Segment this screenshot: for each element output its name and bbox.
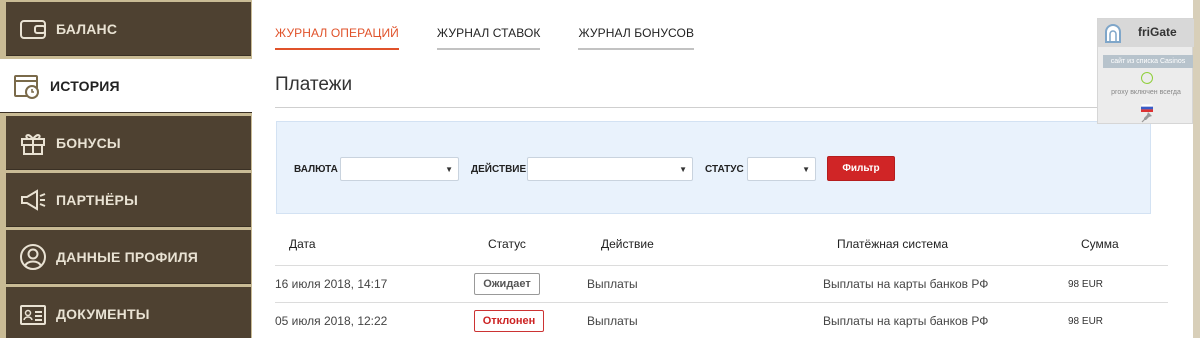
row-divider (275, 302, 1168, 303)
frigate-widget[interactable]: friGate сайт из списка Casinos proxy вкл… (1097, 18, 1194, 124)
sidebar-item-history[interactable]: ИСТОРИЯ (0, 59, 252, 113)
sidebar-item-label: БОНУСЫ (56, 134, 121, 151)
dropdown-arrow-icon: ▼ (679, 165, 687, 174)
sidebar-item-label: ПАРТНЁРЫ (56, 191, 138, 208)
status-badge: Ожидает (474, 273, 540, 295)
sidebar-item-label: БАЛАНС (56, 20, 118, 37)
megaphone-icon (18, 185, 48, 215)
frigate-proxy-note: proxy включен всегда (1111, 89, 1181, 96)
status-select[interactable]: ▼ (747, 157, 816, 181)
tab-bonuses[interactable]: ЖУРНАЛ БОНУСОВ (578, 26, 695, 50)
currency-select[interactable]: ▼ (340, 157, 459, 181)
divider (275, 107, 1168, 108)
user-icon (18, 242, 48, 272)
power-icon[interactable] (1141, 72, 1153, 84)
column-header-payment-system: Платёжная система (837, 237, 949, 251)
row-action: Выплаты (587, 277, 638, 291)
calendar-clock-icon (12, 71, 42, 101)
frigate-name: friGate (1138, 25, 1177, 39)
sidebar-item-documents[interactable]: ДОКУМЕНТЫ (6, 287, 251, 338)
table-header-rule (275, 265, 1168, 266)
status-badge: Отклонен (474, 310, 544, 332)
sidebar-item-balance[interactable]: БАЛАНС (6, 2, 251, 56)
flag-icon (1140, 99, 1154, 112)
column-header-amount: Сумма (1081, 237, 1119, 251)
gift-icon (18, 128, 48, 158)
column-header-status: Статус (488, 237, 526, 251)
main-content: ЖУРНАЛ ОПЕРАЦИЙ ЖУРНАЛ СТАВОК ЖУРНАЛ БОН… (252, 0, 1193, 338)
sidebar-item-profile[interactable]: ДАННЫЕ ПРОФИЛЯ (6, 230, 251, 284)
status-label: СТАТУС (705, 164, 744, 175)
action-label: ДЕЙСТВИЕ (471, 164, 527, 175)
row-payment-system: Выплаты на карты банков РФ (823, 314, 989, 328)
sidebar-item-label: ДОКУМЕНТЫ (56, 305, 150, 322)
frigate-header: friGate (1098, 19, 1194, 47)
sidebar: БАЛАНС ИСТОРИЯ БОНУСЫ ПАРТНЁРЫ ДАННЫЕ ПР… (0, 0, 252, 338)
filter-panel: ВАЛЮТА ▼ ДЕЙСТВИЕ ▼ СТАТУС ▼ Фильтр (276, 121, 1151, 214)
journal-tabs: ЖУРНАЛ ОПЕРАЦИЙ ЖУРНАЛ СТАВОК ЖУРНАЛ БОН… (275, 26, 732, 50)
dropdown-arrow-icon: ▼ (445, 165, 453, 174)
frigate-site-note: сайт из списка Casinos (1103, 55, 1193, 68)
action-select[interactable]: ▼ (527, 157, 693, 181)
row-amount: 98 EUR (1068, 279, 1104, 290)
row-date: 16 июля 2018, 14:17 (275, 277, 388, 291)
column-header-action: Действие (601, 237, 654, 251)
currency-label: ВАЛЮТА (294, 164, 338, 175)
dropdown-arrow-icon: ▼ (802, 165, 810, 174)
page-edge (1193, 0, 1200, 338)
wallet-icon (18, 14, 48, 44)
sidebar-item-bonuses[interactable]: БОНУСЫ (6, 116, 251, 170)
row-amount: 98 EUR (1068, 316, 1104, 327)
pin-icon[interactable] (1141, 111, 1153, 123)
sidebar-item-label: ИСТОРИЯ (50, 77, 120, 94)
tab-operations[interactable]: ЖУРНАЛ ОПЕРАЦИЙ (275, 26, 399, 50)
tab-bets[interactable]: ЖУРНАЛ СТАВОК (436, 26, 541, 50)
sidebar-item-label: ДАННЫЕ ПРОФИЛЯ (56, 248, 199, 265)
row-date: 05 июля 2018, 12:22 (275, 314, 388, 328)
row-payment-system: Выплаты на карты банков РФ (823, 277, 989, 291)
id-card-icon (18, 299, 48, 329)
column-header-date: Дата (289, 237, 316, 251)
row-action: Выплаты (587, 314, 638, 328)
page-title: Платежи (275, 74, 353, 95)
frigate-logo-icon (1102, 22, 1124, 44)
filter-button[interactable]: Фильтр (827, 156, 895, 181)
sidebar-item-partners[interactable]: ПАРТНЁРЫ (6, 173, 251, 227)
